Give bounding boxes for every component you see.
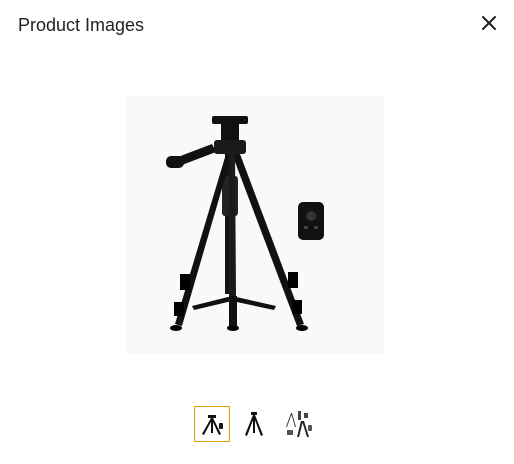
tripod-remote-thumbnail: [195, 407, 229, 441]
tripod-image: [126, 96, 384, 354]
thumbnail-strip: [192, 406, 332, 442]
dialog-header: Product Images: [0, 0, 514, 50]
main-product-image: [126, 96, 384, 354]
product-images-dialog: Product Images: [0, 0, 514, 464]
thumbnail-3[interactable]: [280, 406, 316, 442]
dialog-title: Product Images: [18, 15, 145, 35]
thumbnail-2[interactable]: [236, 406, 272, 442]
close-button[interactable]: [476, 10, 502, 36]
tripod-accessories-thumbnail: [281, 407, 315, 441]
tripod-thumbnail: [237, 407, 271, 441]
thumbnail-1[interactable]: [194, 406, 230, 442]
close-icon: [482, 16, 496, 30]
